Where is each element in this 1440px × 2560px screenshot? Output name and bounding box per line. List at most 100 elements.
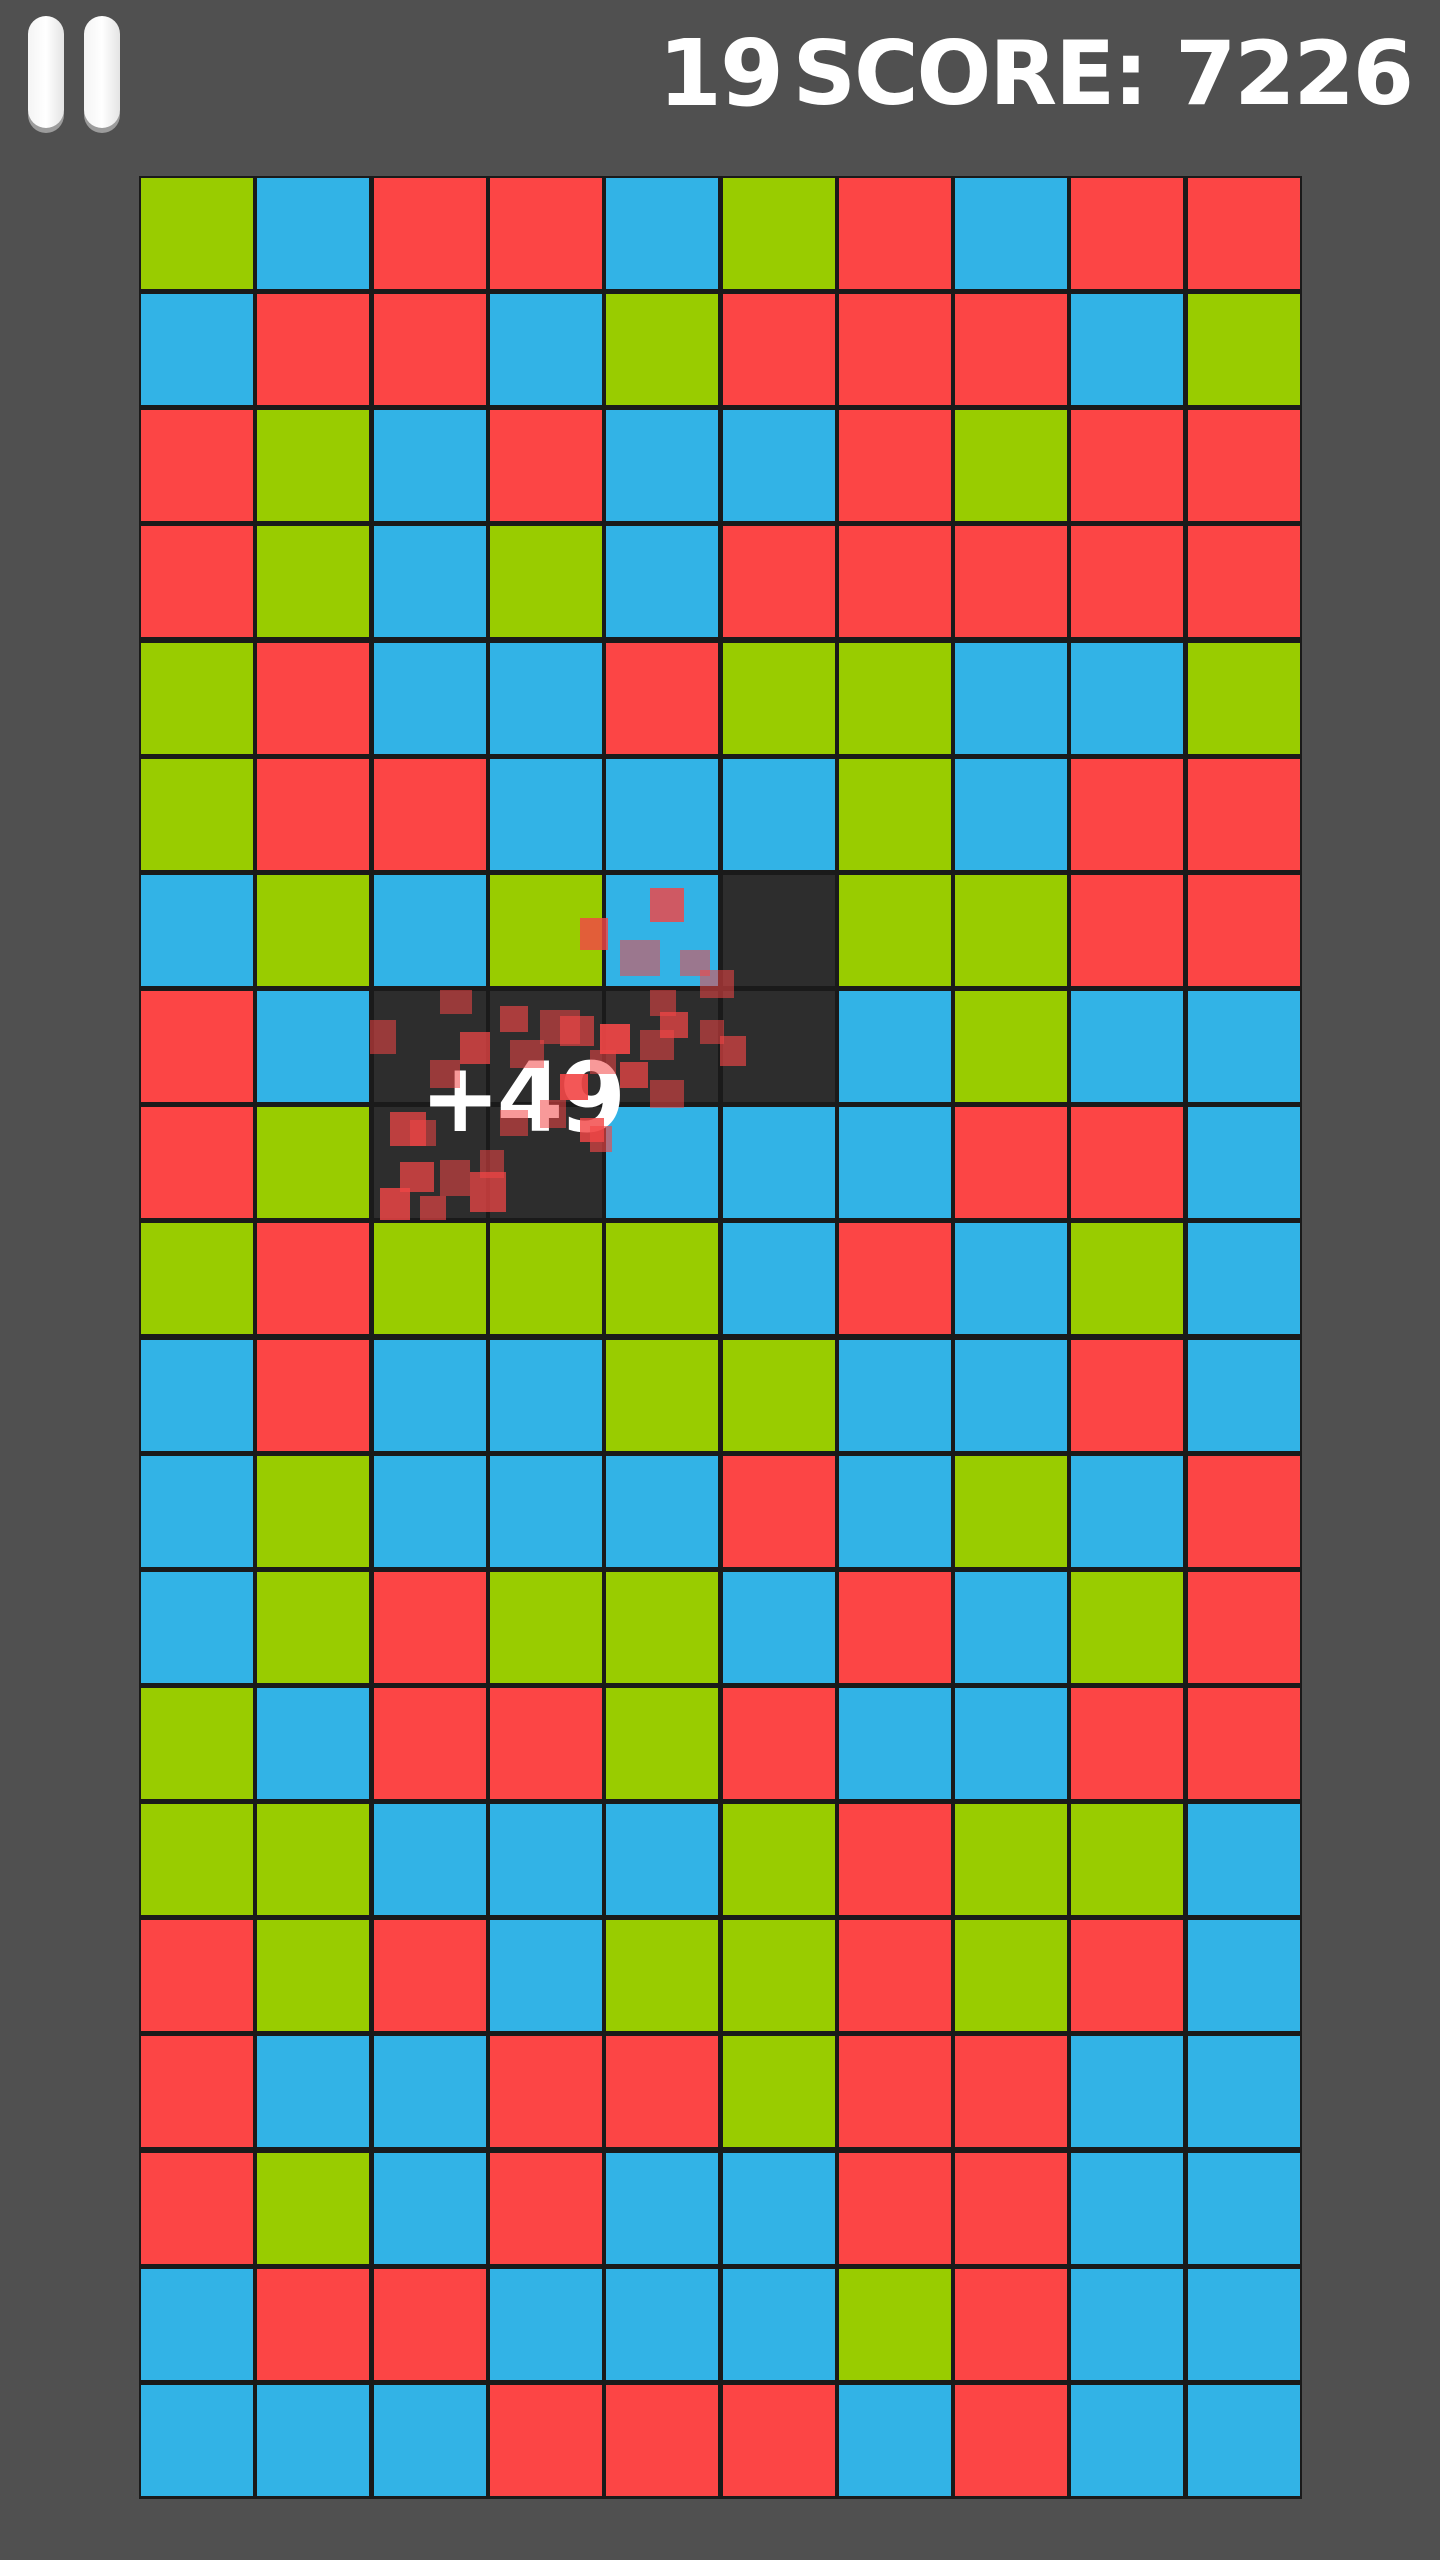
tile-blue[interactable]	[1188, 1920, 1300, 2031]
tile-red[interactable]	[141, 410, 253, 521]
tile-red[interactable]	[141, 2036, 253, 2147]
tile-blue[interactable]	[141, 1340, 253, 1451]
tile-red[interactable]	[839, 1920, 951, 2031]
tile-red[interactable]	[955, 2036, 1067, 2147]
tile-green[interactable]	[141, 1223, 253, 1334]
tile-blue[interactable]	[490, 1920, 602, 2031]
tile-red[interactable]	[723, 1688, 835, 1799]
tile-blue[interactable]	[723, 1223, 835, 1334]
tile-blue[interactable]	[955, 1340, 1067, 1451]
tile-red[interactable]	[955, 1107, 1067, 1218]
tile-red[interactable]	[1188, 1456, 1300, 1567]
tile-blue[interactable]	[955, 178, 1067, 289]
tile-red[interactable]	[955, 2269, 1067, 2380]
tile-blue[interactable]	[374, 2036, 486, 2147]
tile-blue[interactable]	[490, 294, 602, 405]
tile-red[interactable]	[723, 526, 835, 637]
tile-green[interactable]	[257, 1804, 369, 1915]
tile-red[interactable]	[1188, 1688, 1300, 1799]
tile-green[interactable]	[257, 526, 369, 637]
tile-blue[interactable]	[839, 2385, 951, 2496]
tile-red[interactable]	[1188, 875, 1300, 986]
tile-green[interactable]	[955, 1920, 1067, 2031]
tile-red[interactable]	[1071, 410, 1183, 521]
tile-red[interactable]	[141, 1107, 253, 1218]
tile-red[interactable]	[374, 1920, 486, 2031]
tile-red[interactable]	[141, 1920, 253, 2031]
tile-red[interactable]	[955, 2153, 1067, 2264]
tile-red[interactable]	[1188, 410, 1300, 521]
tile-red[interactable]	[723, 2385, 835, 2496]
tile-green[interactable]	[490, 1223, 602, 1334]
tile-green[interactable]	[839, 2269, 951, 2380]
tile-blue[interactable]	[606, 759, 718, 870]
tile-red[interactable]	[1071, 1340, 1183, 1451]
tile-blue[interactable]	[141, 2269, 253, 2380]
tile-green[interactable]	[723, 1340, 835, 1451]
tile-blue[interactable]	[723, 410, 835, 521]
tile-green[interactable]	[955, 410, 1067, 521]
tile-blue[interactable]	[1071, 2153, 1183, 2264]
tile-red[interactable]	[1071, 759, 1183, 870]
tile-green[interactable]	[257, 2153, 369, 2264]
tile-green[interactable]	[1071, 1804, 1183, 1915]
tile-red[interactable]	[141, 526, 253, 637]
tile-red[interactable]	[374, 178, 486, 289]
tile-green[interactable]	[839, 759, 951, 870]
tile-blue[interactable]	[606, 1107, 718, 1218]
tile-green[interactable]	[141, 1688, 253, 1799]
tile-blue[interactable]	[374, 643, 486, 754]
tile-blue[interactable]	[1188, 991, 1300, 1102]
tile-green[interactable]	[257, 875, 369, 986]
tile-green[interactable]	[839, 643, 951, 754]
tile-blue[interactable]	[1188, 1340, 1300, 1451]
tile-red[interactable]	[1188, 178, 1300, 289]
tile-blue[interactable]	[1188, 2269, 1300, 2380]
tile-red[interactable]	[955, 526, 1067, 637]
tile-red[interactable]	[839, 1804, 951, 1915]
tile-green[interactable]	[257, 1920, 369, 2031]
tile-green[interactable]	[606, 294, 718, 405]
tile-green[interactable]	[374, 1223, 486, 1334]
tile-red[interactable]	[839, 410, 951, 521]
tile-green[interactable]	[257, 1456, 369, 1567]
tile-red[interactable]	[839, 1223, 951, 1334]
tile-green[interactable]	[723, 643, 835, 754]
tile-blue[interactable]	[606, 526, 718, 637]
tile-red[interactable]	[723, 1456, 835, 1567]
tile-blue[interactable]	[839, 991, 951, 1102]
tile-blue[interactable]	[1071, 294, 1183, 405]
tile-blue[interactable]	[723, 2153, 835, 2264]
tile-red[interactable]	[490, 178, 602, 289]
tile-red[interactable]	[257, 759, 369, 870]
tile-blue[interactable]	[1071, 991, 1183, 1102]
tile-red[interactable]	[1071, 875, 1183, 986]
tile-red[interactable]	[490, 2153, 602, 2264]
tile-blue[interactable]	[141, 1456, 253, 1567]
tile-green[interactable]	[257, 1572, 369, 1683]
tile-green[interactable]	[606, 1688, 718, 1799]
tile-red[interactable]	[374, 294, 486, 405]
tile-green[interactable]	[141, 759, 253, 870]
tile-red[interactable]	[955, 294, 1067, 405]
tile-blue[interactable]	[374, 2153, 486, 2264]
tile-blue[interactable]	[606, 1804, 718, 1915]
tile-blue[interactable]	[257, 178, 369, 289]
tile-red[interactable]	[1071, 526, 1183, 637]
tile-blue[interactable]	[141, 1572, 253, 1683]
tile-green[interactable]	[955, 1804, 1067, 1915]
tile-green[interactable]	[490, 1572, 602, 1683]
tile-blue[interactable]	[606, 2269, 718, 2380]
tile-blue[interactable]	[374, 2385, 486, 2496]
tile-blue[interactable]	[1071, 643, 1183, 754]
tile-red[interactable]	[606, 2385, 718, 2496]
tile-green[interactable]	[606, 1340, 718, 1451]
tile-red[interactable]	[839, 526, 951, 637]
tile-green[interactable]	[723, 2036, 835, 2147]
tile-green[interactable]	[723, 1804, 835, 1915]
tile-blue[interactable]	[1188, 2036, 1300, 2147]
tile-blue[interactable]	[606, 2153, 718, 2264]
tile-red[interactable]	[1071, 1107, 1183, 1218]
tile-red[interactable]	[257, 1223, 369, 1334]
tile-red[interactable]	[606, 643, 718, 754]
